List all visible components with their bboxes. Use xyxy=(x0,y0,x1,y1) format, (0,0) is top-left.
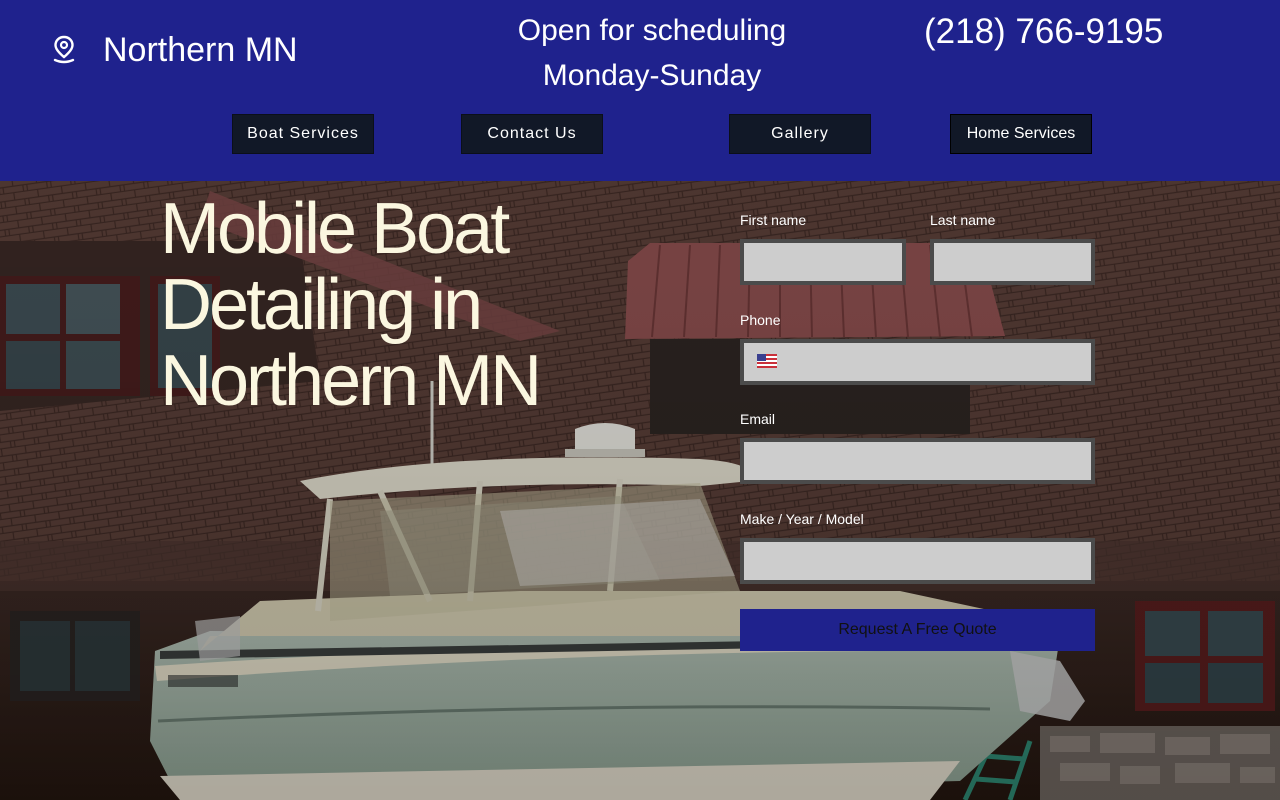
email-input[interactable] xyxy=(740,438,1095,484)
hero-title: Mobile Boat Detailing in Northern MN xyxy=(160,189,542,421)
us-flag-icon[interactable] xyxy=(757,354,777,368)
request-quote-button[interactable]: Request A Free Quote xyxy=(740,609,1095,651)
hero-section: Mobile Boat Detailing in Northern MN Fir… xyxy=(0,181,1280,800)
first-name-input[interactable] xyxy=(740,239,906,285)
last-name-label: Last name xyxy=(930,212,996,228)
nav-boat-services-button[interactable]: Boat Services xyxy=(232,114,374,154)
first-name-label: First name xyxy=(740,212,807,228)
schedule-line-1: Open for scheduling xyxy=(517,14,787,47)
location: Northern MN xyxy=(52,30,298,70)
page: Northern MN Open for scheduling Monday-S… xyxy=(0,0,1280,800)
vehicle-input[interactable] xyxy=(740,538,1095,584)
email-label: Email xyxy=(740,411,776,427)
phone-input[interactable] xyxy=(740,339,1095,385)
nav-gallery-button[interactable]: Gallery xyxy=(729,114,871,154)
phone-link[interactable]: (218) 766-9195 xyxy=(924,11,1163,53)
location-label: Northern MN xyxy=(103,31,298,69)
site-header: Northern MN Open for scheduling Monday-S… xyxy=(0,0,1280,181)
map-pin-icon xyxy=(52,35,76,65)
phone-field-wrapper xyxy=(740,339,1095,385)
last-name-input[interactable] xyxy=(930,239,1095,285)
vehicle-label: Make / Year / Model xyxy=(740,511,864,527)
nav-home-services-button[interactable]: Home Services xyxy=(950,114,1092,154)
schedule-info: Open for scheduling Monday-Sunday xyxy=(452,8,852,98)
phone-label: Phone xyxy=(740,312,781,328)
nav-contact-us-button[interactable]: Contact Us xyxy=(461,114,603,154)
schedule-line-2: Monday-Sunday xyxy=(542,59,762,92)
